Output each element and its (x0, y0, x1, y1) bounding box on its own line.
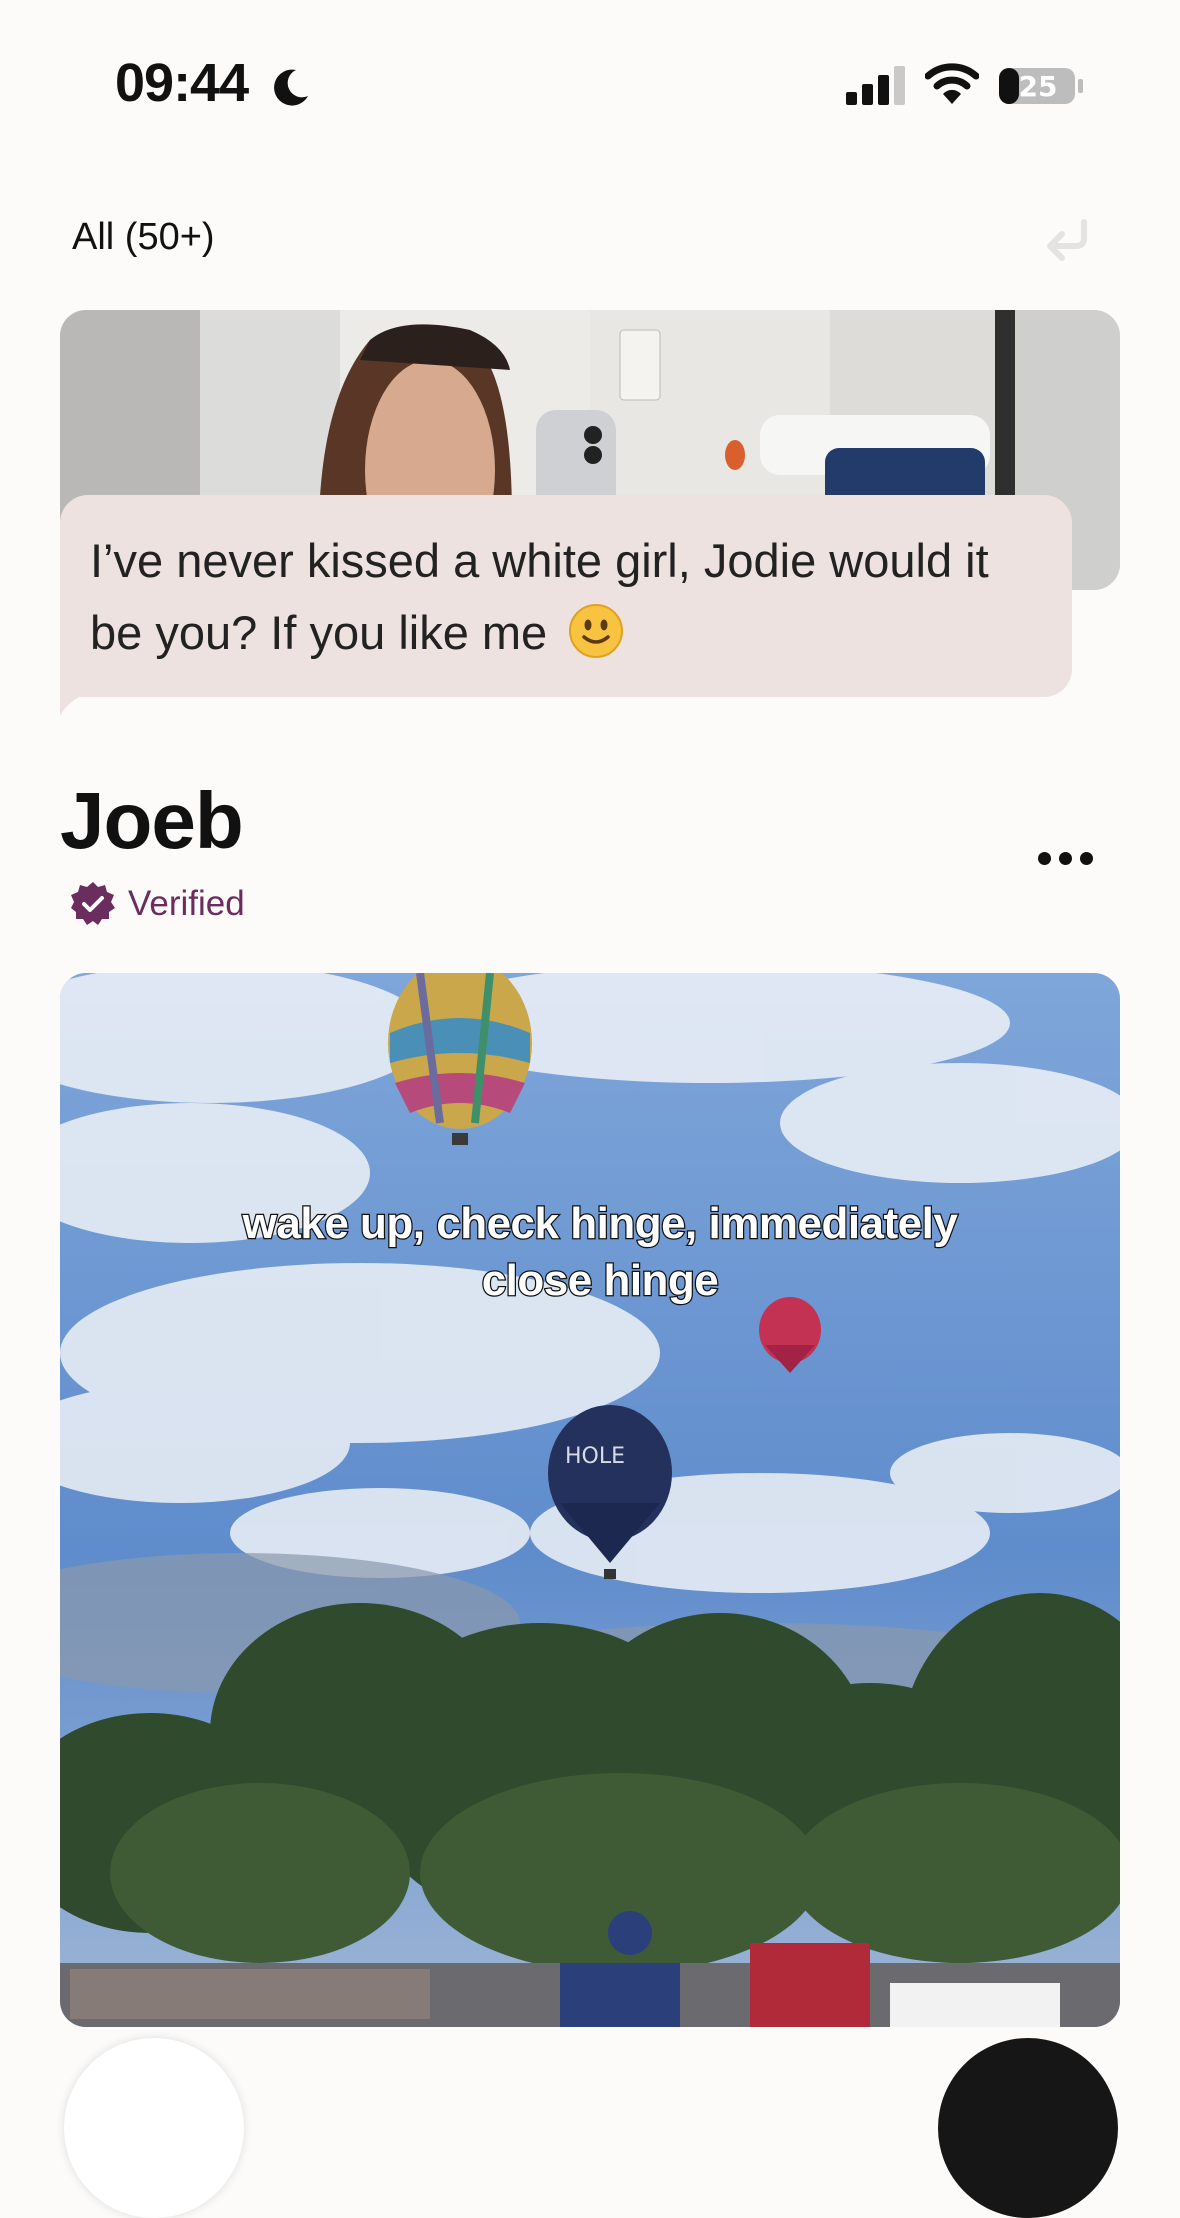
more-dot (1059, 852, 1072, 865)
more-dot (1038, 852, 1051, 865)
comment-text: I’ve never kissed a white girl, Jodie wo… (90, 534, 989, 659)
cellular-signal-icon (846, 66, 905, 105)
undo-icon[interactable] (1040, 212, 1096, 268)
verified-check-icon (71, 882, 115, 925)
comment-bubble: I’ve never kissed a white girl, Jodie wo… (60, 495, 1072, 697)
more-options-icon[interactable] (1030, 838, 1100, 878)
caption-line-2: close hinge (480, 1255, 720, 1307)
more-dot (1080, 852, 1093, 865)
bubble-tail (60, 690, 100, 716)
profile-name: Joeb (60, 776, 244, 865)
status-bar: 09:44 25 (0, 0, 1180, 170)
verified-badge: Verified (70, 880, 245, 928)
skip-button[interactable] (64, 2038, 244, 2218)
match-button[interactable] (938, 2038, 1118, 2218)
verified-label: Verified (128, 884, 245, 923)
profile-media-card[interactable]: HOLE wake up, check hinge, immediately c… (60, 973, 1120, 2027)
status-time: 09:44 (115, 53, 249, 113)
balloon-scene-image: HOLE (60, 973, 1120, 2027)
caption-line-1: wake up, check hinge, immediately (241, 1198, 959, 1250)
balloon-text: HOLE (565, 1444, 625, 1469)
slightly-smiling-face-emoji (569, 604, 624, 658)
battery-icon: 25 (999, 68, 1083, 104)
moon-icon (274, 69, 308, 106)
wifi-icon (925, 63, 979, 104)
filter-dropdown[interactable]: All (50+) (72, 216, 215, 259)
battery-level: 25 (1019, 70, 1058, 103)
